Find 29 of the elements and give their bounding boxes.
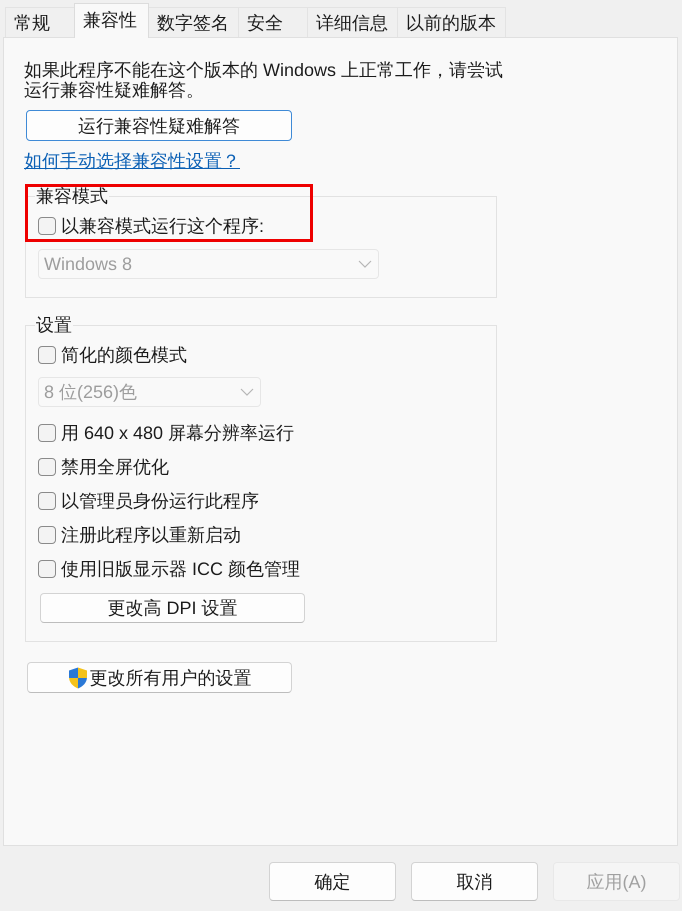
shield-icon bbox=[68, 666, 88, 688]
checkbox-label[interactable]: 禁用全屏优化 bbox=[61, 456, 169, 478]
checkbox-label[interactable]: 用 640 x 480 屏幕分辨率运行 bbox=[61, 422, 294, 444]
tab[interactable]: 兼容性 bbox=[74, 3, 149, 38]
checkbox-label[interactable]: 以管理员身份运行此程序 bbox=[61, 490, 259, 512]
intro-text: 如果此程序不能在这个版本的 Windows 上正常工作，请尝试运行兼容性疑难解答。 bbox=[24, 60, 504, 100]
checkbox[interactable] bbox=[38, 492, 56, 510]
checkbox-label[interactable]: 注册此程序以重新启动 bbox=[61, 524, 241, 546]
checkbox-label[interactable]: 简化的颜色模式 bbox=[61, 344, 187, 366]
checkbox[interactable] bbox=[38, 217, 56, 235]
checkbox[interactable] bbox=[38, 560, 56, 578]
high-dpi-settings-button[interactable]: 更改高 DPI 设置 bbox=[40, 593, 305, 623]
tab[interactable]: 以前的版本 bbox=[397, 7, 506, 37]
checkbox[interactable] bbox=[38, 526, 56, 544]
checkbox[interactable] bbox=[38, 346, 56, 364]
group-title: 兼容模式 bbox=[35, 185, 109, 207]
dialog-button[interactable]: 取消 bbox=[411, 862, 538, 901]
help-link[interactable]: 如何手动选择兼容性设置？ bbox=[24, 151, 240, 171]
tab[interactable]: 常规 bbox=[5, 7, 75, 37]
all-users-settings-button[interactable]: 更改所有用户的设置 bbox=[27, 662, 292, 693]
dialog-button[interactable]: 确定 bbox=[269, 862, 396, 901]
checkbox[interactable] bbox=[38, 458, 56, 476]
checkbox[interactable] bbox=[38, 424, 56, 442]
checkbox-label[interactable]: 使用旧版显示器 ICC 颜色管理 bbox=[61, 558, 300, 580]
chevron-down-icon bbox=[240, 388, 254, 396]
chevron-down-icon bbox=[358, 260, 372, 268]
checkbox-label[interactable]: 以兼容模式运行这个程序: bbox=[61, 215, 264, 237]
group-title: 设置 bbox=[35, 314, 73, 336]
troubleshooter-button[interactable]: 运行兼容性疑难解答 bbox=[26, 110, 292, 141]
